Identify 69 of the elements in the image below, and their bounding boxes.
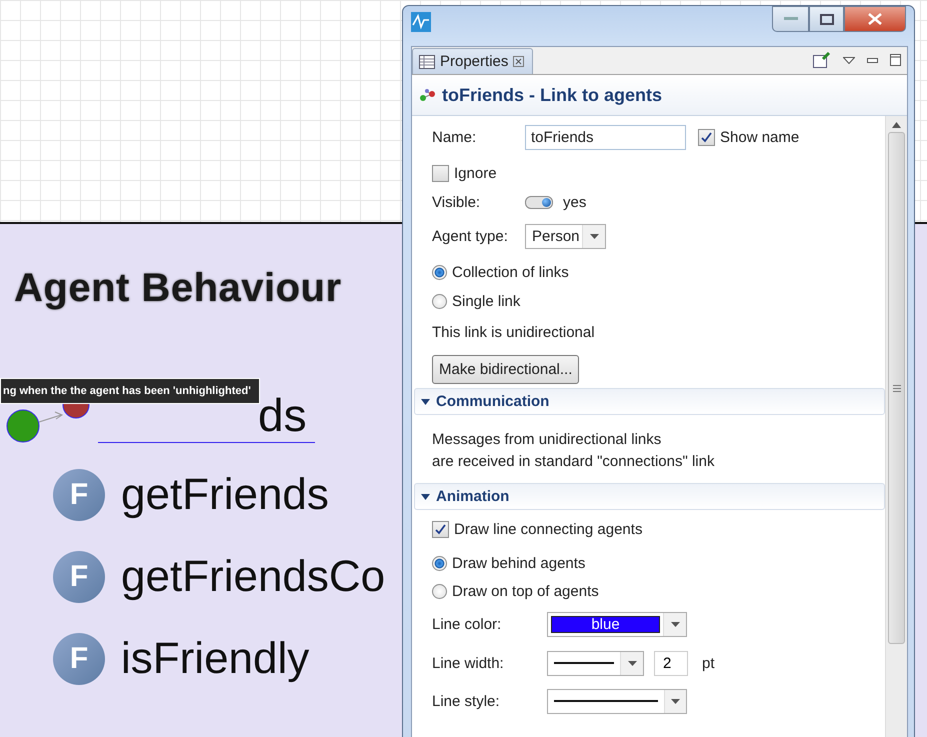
dropdown-arrow-icon — [671, 698, 680, 704]
maximize-icon — [820, 14, 834, 24]
agent-type-dropdown[interactable]: Person — [525, 224, 606, 248]
toggle-value: yes — [563, 194, 586, 210]
field-label: Agent type: — [432, 228, 509, 244]
close-icon — [868, 13, 882, 25]
grip-icon — [892, 384, 900, 392]
radio-label: Collection of links — [452, 264, 569, 280]
radio-label: Draw behind agents — [452, 554, 586, 572]
radio-label: Draw on top of agents — [452, 582, 599, 600]
maximize-button[interactable] — [809, 6, 844, 32]
close-icon[interactable] — [513, 56, 524, 67]
function-name: getFriends — [121, 470, 329, 520]
radio-label: Single link — [452, 292, 520, 310]
panel-title: toFriends - Link to agents — [442, 84, 662, 106]
function-name: isFriendly — [121, 634, 310, 684]
properties-tab[interactable]: Properties — [412, 48, 534, 74]
maximize-icon[interactable] — [890, 54, 901, 66]
field-label: Line width: — [432, 654, 505, 672]
field-label: Visible: — [432, 194, 482, 210]
visible-toggle[interactable] — [525, 196, 553, 208]
close-button[interactable] — [844, 6, 906, 32]
line-style-dropdown[interactable] — [547, 688, 687, 714]
line-width-dropdown[interactable] — [547, 650, 644, 676]
function-name: getFriendsCo — [121, 552, 386, 602]
dropdown-arrow-icon — [590, 234, 598, 238]
checkbox-label: Ignore — [454, 164, 497, 182]
radio-button[interactable] — [432, 556, 447, 570]
table-icon — [419, 54, 435, 68]
radio-button[interactable] — [432, 264, 447, 280]
info-text: Messages from unidirectional links are received in standard "connections" link — [431, 430, 716, 472]
field-label: Line color: — [432, 616, 502, 632]
field-label: Name: — [432, 128, 478, 146]
name-field[interactable]: toFriends — [525, 124, 686, 150]
minimize-button[interactable] — [772, 6, 809, 32]
field-label: Line style: — [432, 692, 501, 710]
section-header[interactable]: Communication — [414, 388, 885, 415]
function-icon: F — [53, 469, 105, 521]
dropdown-arrow-icon — [670, 622, 680, 626]
function-icon: F — [53, 551, 105, 603]
checkbox-label: Draw line connecting agents — [454, 520, 642, 538]
solid-line-icon — [554, 662, 614, 664]
checkbox[interactable] — [432, 164, 449, 182]
unit-label: pt — [702, 654, 715, 672]
scroll-up-icon[interactable] — [892, 122, 901, 128]
link-icon — [420, 89, 436, 101]
line-color-dropdown[interactable]: blue — [547, 612, 687, 636]
solid-line-icon — [554, 700, 658, 702]
radio-button[interactable] — [432, 294, 447, 308]
app-logo-icon — [411, 12, 431, 32]
section-header[interactable]: Animation — [414, 483, 885, 510]
checkbox-label: Show name — [720, 128, 800, 146]
minimize-icon — [784, 17, 798, 21]
radio-button[interactable] — [432, 584, 447, 598]
scrollbar[interactable] — [885, 116, 907, 737]
line-width-field[interactable]: 2 — [654, 650, 688, 676]
dropdown-value: Person — [531, 226, 581, 246]
tooltip: ng when the the agent has been 'unhighlighted' — [0, 378, 260, 404]
color-value: blue — [551, 616, 660, 632]
view-menu-icon[interactable] — [843, 56, 855, 64]
checkbox[interactable] — [698, 128, 715, 146]
pin-icon[interactable] — [813, 52, 831, 68]
heading: Agent Behaviour — [14, 266, 342, 311]
info-text: This link is unidirectional — [432, 324, 595, 340]
checkbox[interactable] — [432, 520, 449, 538]
dropdown-arrow-icon — [628, 660, 636, 666]
make-bidirectional-button[interactable]: Make bidirectional... — [432, 354, 580, 384]
minimize-icon[interactable] — [867, 58, 878, 62]
function-icon: F — [53, 633, 105, 685]
